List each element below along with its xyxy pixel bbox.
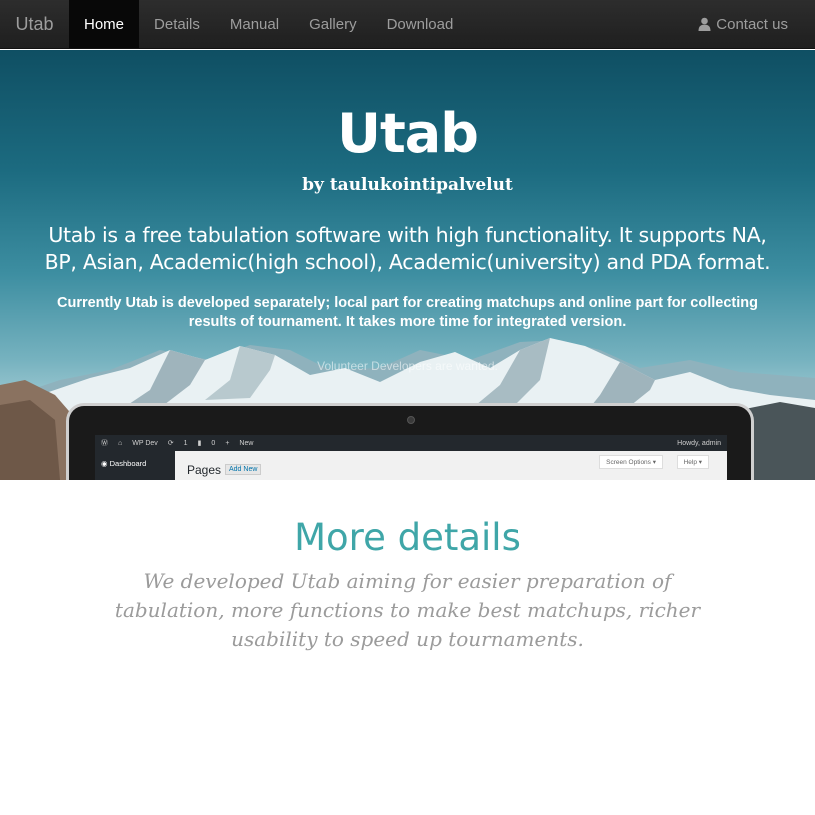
- hero-note-text: Currently Utab is developed separately; …: [57, 295, 758, 330]
- dashboard-icon: ◉: [101, 459, 110, 468]
- nav-home[interactable]: Home: [69, 0, 140, 48]
- plus-icon: +: [225, 439, 230, 447]
- hero-banner: Utab by taulukointipalvelut Utab is a fr…: [0, 50, 815, 480]
- screen-options-tab: Screen Options ▾: [599, 455, 663, 469]
- contact-us-label: Contact us: [716, 15, 788, 33]
- updates-icon: ⟳: [167, 440, 174, 447]
- howdy-text: Howdy, admin: [677, 439, 721, 447]
- comments-count: 0: [211, 439, 216, 447]
- nav-download[interactable]: Download: [372, 0, 469, 48]
- more-details-text: We developed Utab aiming for easier prep…: [114, 569, 701, 651]
- site-name: WP Dev: [132, 439, 158, 447]
- home-icon: ⌂: [118, 439, 123, 447]
- screenshot-screen: Ⓦ ⌂ WP Dev ⟳ 1 ▮ 0 + New Howdy, admin ◉ …: [95, 435, 727, 480]
- nav-gallery[interactable]: Gallery: [294, 0, 372, 48]
- user-icon: [698, 17, 711, 31]
- comment-icon: ▮: [197, 440, 202, 447]
- sidebar-dashboard: Dashboard: [109, 459, 147, 468]
- admin-sidebar: ◉ Dashboard: [95, 451, 175, 480]
- updates-count: 1: [183, 439, 188, 447]
- volunteer-text: Volunteer Developers are wanted.: [317, 359, 498, 373]
- hero-byline: by taulukointipalvelut: [302, 175, 513, 195]
- more-details-heading: More details: [294, 516, 521, 559]
- contact-us-link[interactable]: Contact us: [683, 0, 815, 48]
- pages-heading: Pages: [187, 463, 222, 477]
- help-tab: Help ▾: [676, 455, 709, 469]
- camera-icon: [407, 416, 415, 424]
- hero-title: Utab: [337, 102, 479, 165]
- brand-link[interactable]: Utab: [0, 0, 69, 48]
- nav-manual[interactable]: Manual: [215, 0, 294, 48]
- laptop-mockup: Ⓦ ⌂ WP Dev ⟳ 1 ▮ 0 + New Howdy, admin ◉ …: [66, 403, 754, 480]
- nav-details[interactable]: Details: [139, 0, 215, 48]
- add-new-badge: Add New: [225, 464, 262, 475]
- admin-main: Pages Add New Screen Options ▾ Help ▾: [175, 451, 727, 480]
- navbar: Utab Home Details Manual Gallery Downloa…: [0, 0, 815, 49]
- wordpress-logo-icon: Ⓦ: [101, 440, 108, 447]
- new-label: New: [239, 439, 254, 447]
- admin-bar: Ⓦ ⌂ WP Dev ⟳ 1 ▮ 0 + New Howdy, admin: [95, 435, 727, 451]
- hero-lead-text: Utab is a free tabulation software with …: [44, 223, 771, 274]
